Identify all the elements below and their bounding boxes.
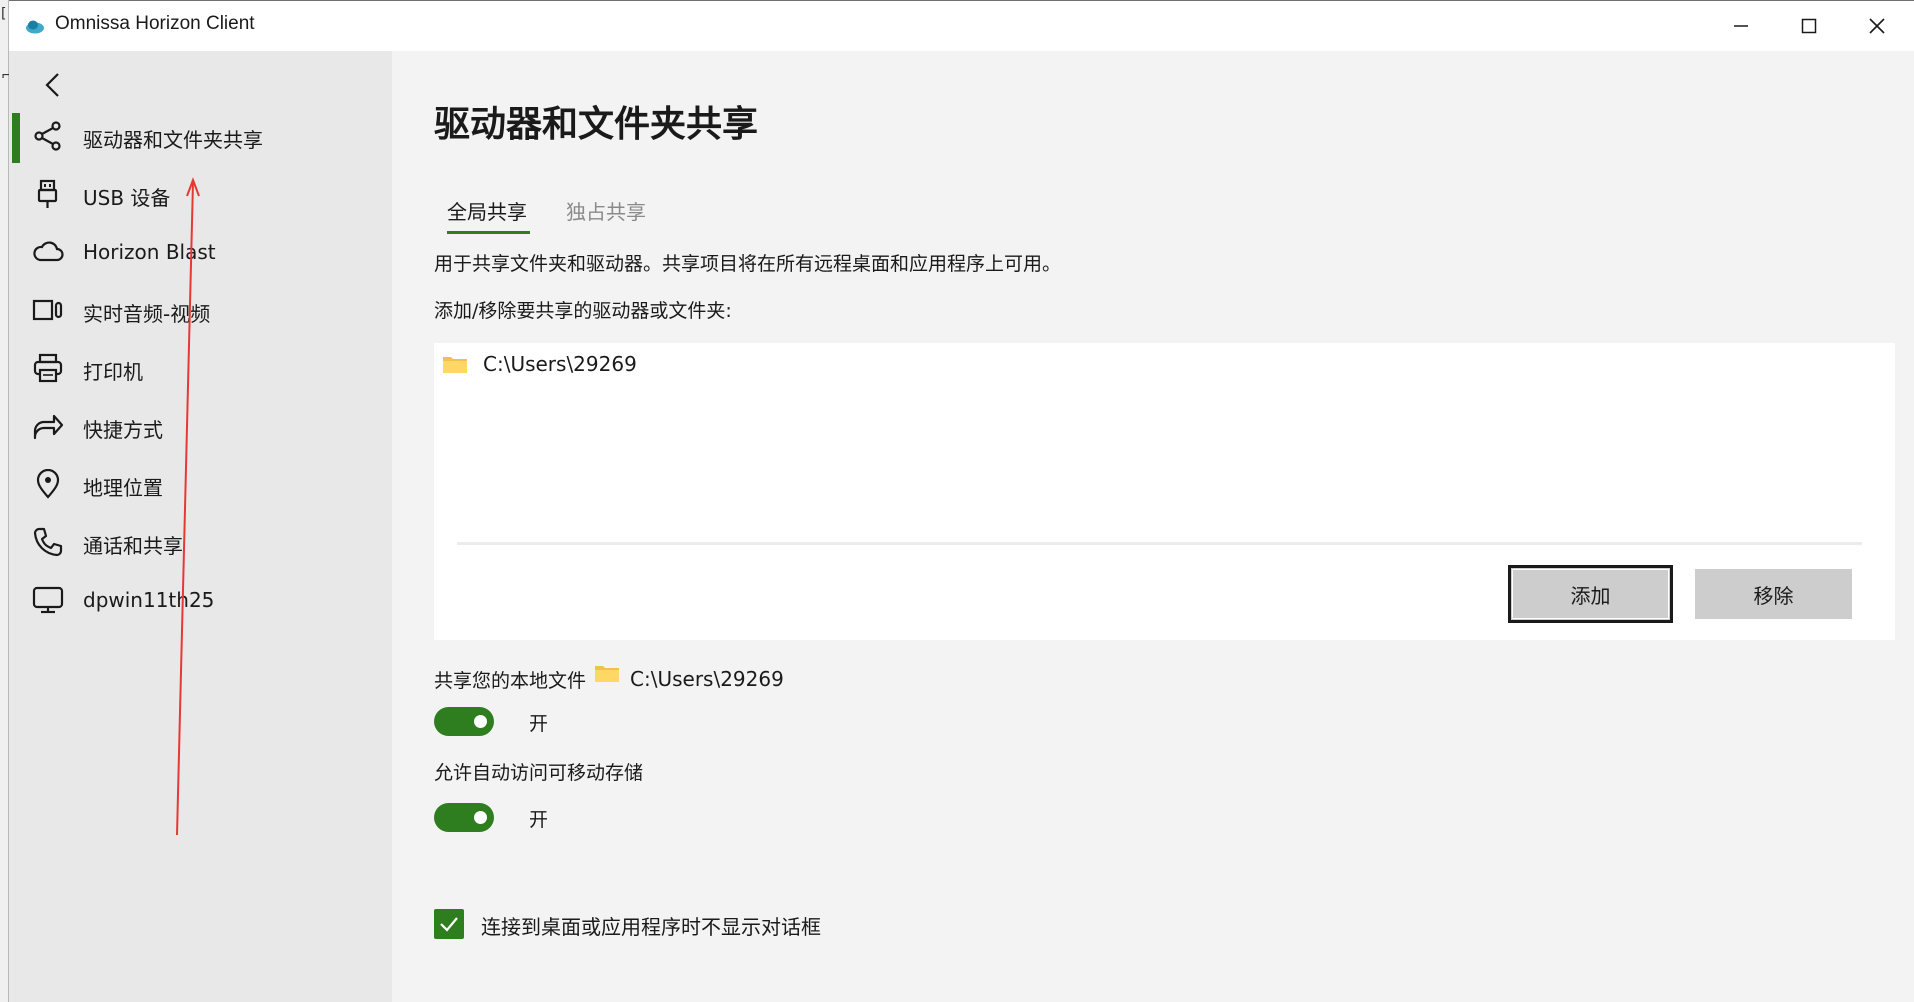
window-title: Omnissa Horizon Client — [55, 13, 255, 34]
desktop-edge: [ ⌐ — [0, 0, 13, 1002]
back-button[interactable] — [33, 65, 73, 105]
share-local-path: C:\Users\29269 — [630, 667, 784, 691]
sidebar-item-drive-folder-sharing[interactable]: 驱动器和文件夹共享 — [9, 109, 392, 163]
chevron-left-icon — [45, 73, 59, 97]
horizon-client-window: Omnissa Horizon Client 驱动器和文件夹共享 USB 设备 … — [9, 0, 1914, 1002]
remove-button[interactable]: 移除 — [1695, 569, 1852, 619]
sidebar-item-geolocation[interactable]: 地理位置 — [9, 457, 392, 511]
sidebar-item-usb-devices[interactable]: USB 设备 — [9, 167, 392, 221]
removable-storage-label: 允许自动访问可移动存储 — [434, 762, 644, 784]
checkmark-icon — [440, 917, 458, 932]
sidebar-item-label: 快捷方式 — [83, 418, 163, 442]
settings-sidebar: 驱动器和文件夹共享 USB 设备 Horizon Blast 实时音频-视频 打… — [9, 51, 392, 1002]
shortcut-arrow-icon — [31, 409, 65, 443]
page-title: 驱动器和文件夹共享 — [434, 104, 759, 145]
maximize-button[interactable] — [1775, 1, 1843, 51]
location-pin-icon — [31, 467, 65, 501]
sidebar-item-label: 地理位置 — [83, 476, 163, 500]
share-local-label: 共享您的本地文件 — [434, 669, 587, 692]
settings-content: 驱动器和文件夹共享 全局共享 独占共享 用于共享文件夹和驱动器。共享项目将在所有… — [392, 51, 1914, 1002]
folder-icon — [443, 357, 467, 373]
sidebar-item-realtime-audio-video[interactable]: 实时音频-视频 — [9, 283, 392, 337]
no-dialog-checkbox-label: 连接到桌面或应用程序时不显示对话框 — [481, 915, 821, 939]
list-divider — [457, 542, 1862, 545]
add-button[interactable]: 添加 — [1508, 565, 1673, 623]
printer-icon — [31, 351, 65, 385]
folder-icon — [595, 666, 620, 682]
removable-storage-toggle[interactable] — [434, 803, 494, 832]
list-item[interactable]: C:\Users\29269 — [442, 348, 637, 380]
share-local-toggle-state: 开 — [529, 713, 549, 735]
tab-global-sharing[interactable]: 全局共享 — [447, 196, 527, 225]
maximize-icon — [1801, 18, 1817, 34]
minimize-button[interactable] — [1707, 1, 1775, 51]
cloud-icon — [31, 235, 65, 269]
removable-storage-toggle-state: 开 — [529, 809, 549, 831]
video-camera-icon — [31, 293, 65, 327]
shared-folders-list: C:\Users\29269 添加 移除 — [434, 343, 1895, 640]
sidebar-item-label: 驱动器和文件夹共享 — [83, 128, 263, 152]
shared-path: C:\Users\29269 — [483, 352, 637, 376]
phone-icon — [31, 525, 65, 559]
monitor-icon — [31, 583, 65, 617]
tab-exclusive-sharing[interactable]: 独占共享 — [566, 196, 646, 225]
sidebar-item-label: 通话和共享 — [83, 534, 183, 558]
title-bar: Omnissa Horizon Client — [9, 1, 1914, 51]
sidebar-item-printers[interactable]: 打印机 — [9, 341, 392, 395]
sidebar-item-calls-sharing[interactable]: 通话和共享 — [9, 515, 392, 569]
minimize-icon — [1734, 25, 1748, 27]
sidebar-item-shortcuts[interactable]: 快捷方式 — [9, 399, 392, 453]
sidebar-item-label: dpwin11th25 — [83, 588, 215, 612]
app-logo-icon — [26, 20, 44, 34]
share-local-toggle[interactable] — [434, 707, 494, 736]
sidebar-item-label: Horizon Blast — [83, 240, 216, 264]
usb-icon — [31, 177, 65, 211]
no-dialog-checkbox[interactable] — [434, 909, 464, 939]
sidebar-item-horizon-blast[interactable]: Horizon Blast — [9, 225, 392, 279]
share-icon — [31, 119, 65, 153]
close-button[interactable] — [1843, 1, 1911, 51]
toggle-knob — [474, 811, 487, 824]
close-icon — [1869, 18, 1885, 34]
sidebar-item-label: USB 设备 — [83, 186, 171, 210]
sidebar-item-label: 打印机 — [83, 360, 143, 384]
sharing-description: 用于共享文件夹和驱动器。共享项目将在所有远程桌面和应用程序上可用。 — [434, 253, 1062, 275]
active-tab-underline — [447, 231, 530, 234]
sidebar-item-label: 实时音频-视频 — [83, 302, 211, 326]
selected-indicator — [12, 113, 20, 163]
list-label: 添加/移除要共享的驱动器或文件夹: — [434, 300, 732, 322]
sidebar-item-desktop-dpwin11th25[interactable]: dpwin11th25 — [9, 573, 392, 627]
toggle-knob — [474, 715, 487, 728]
share-local-files-row: 共享您的本地文件 C:\Users\29269 — [434, 663, 784, 695]
